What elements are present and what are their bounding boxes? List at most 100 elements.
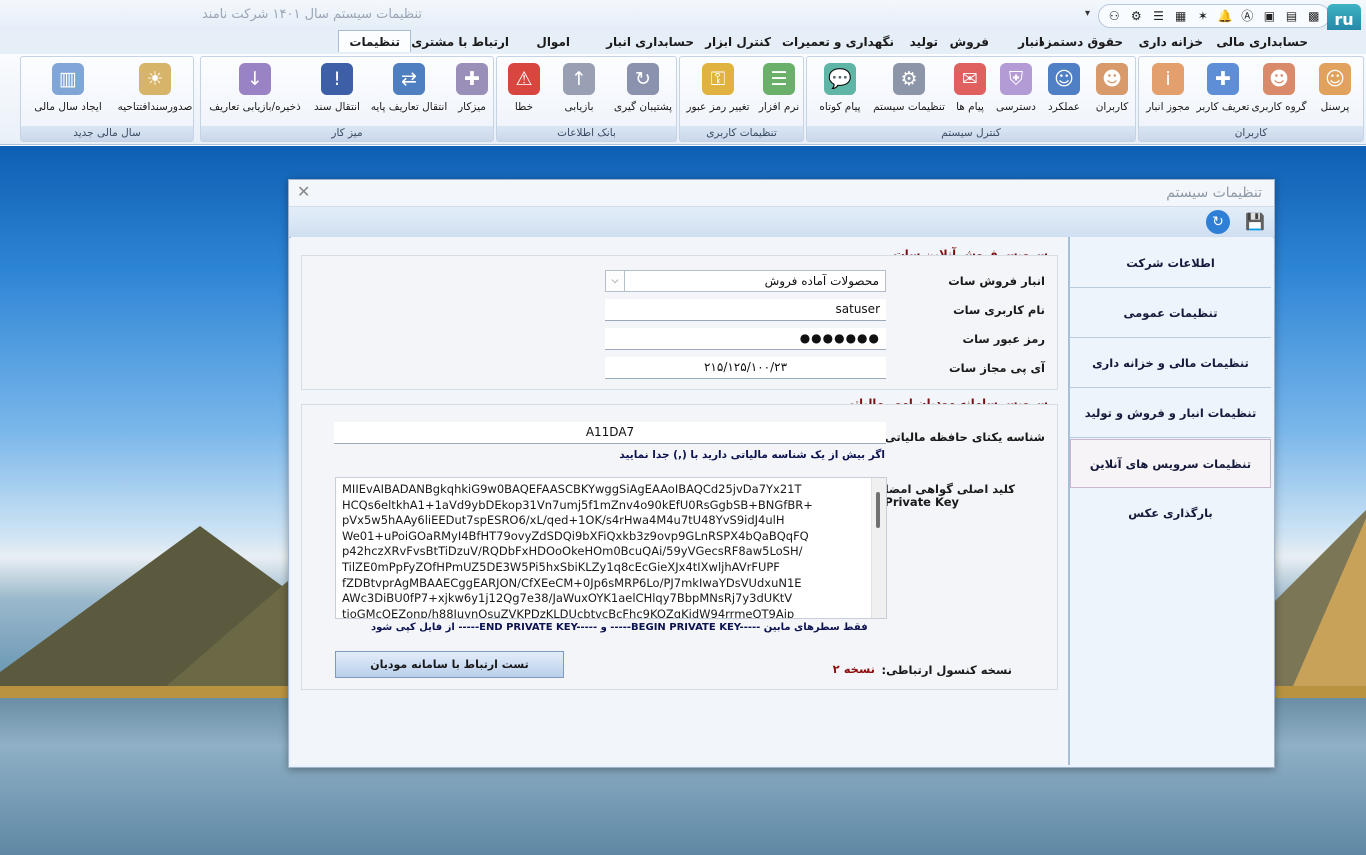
tab-treasury[interactable]: خزانه داری bbox=[1139, 35, 1203, 49]
memory-id-label: شناسه یکتای حافظه مالیاتی bbox=[884, 430, 1045, 444]
system-settings-button[interactable]: ⚙ تنظیمات سیستم bbox=[871, 61, 947, 123]
ribbon-group-label: کاربران bbox=[1139, 126, 1363, 141]
dialog-title-bar: ✕ تنظیمات سیستم bbox=[289, 180, 1274, 207]
sms-button[interactable]: 💬 پیام کوتاه bbox=[809, 61, 871, 123]
ribbon-group-label: کنترل سیستم bbox=[807, 126, 1135, 141]
tab-warehouse[interactable]: انبار bbox=[1018, 35, 1043, 49]
letter-a-icon[interactable]: Ⓐ bbox=[1239, 8, 1255, 24]
ribbon-group-label: بانک اطلاعات bbox=[497, 126, 676, 141]
backup-button[interactable]: ↻ پشتیبان گیری bbox=[609, 61, 677, 123]
menu-tab-bar: حسابداری مالی خزانه داری حقوق دستمزد انب… bbox=[0, 30, 1366, 55]
bell-icon[interactable]: 🔔 bbox=[1217, 8, 1233, 24]
nav-online-services-settings[interactable]: تنظیمات سرویس های آنلاین bbox=[1070, 439, 1271, 488]
site-username-field[interactable]: satuser bbox=[605, 299, 886, 321]
ribbon-group-system-control: ☻ کاربران ☺ عملکرد ⛨ دسترسی ✉ پیام ها ⚙ … bbox=[806, 56, 1136, 142]
window-title-bar: تنظیمات سیستم سال ۱۴۰۱ شرکت نامند ▾ ⚇ ⚙ … bbox=[0, 0, 1366, 36]
private-key-label: کلید اصلی گواهی امضا bbox=[884, 482, 1015, 496]
ribbon-group-label: سال مالی جدید bbox=[21, 126, 193, 141]
nav-financial-treasury-settings[interactable]: تنظیمات مالی و خزانه داری bbox=[1070, 339, 1271, 388]
scrollbar-thumb[interactable] bbox=[876, 492, 880, 528]
close-icon[interactable]: ✕ bbox=[297, 182, 310, 201]
wallpaper-hill bbox=[1280, 486, 1366, 716]
download-icon: ↓ bbox=[239, 63, 271, 95]
person-icon: ☺ bbox=[1319, 63, 1351, 95]
nav-warehouse-sales-settings[interactable]: تنظیمات انبار و فروش و تولید bbox=[1070, 389, 1271, 438]
calendar-icon[interactable]: ▤ bbox=[1284, 8, 1300, 24]
message-user-icon: ✉ bbox=[954, 63, 986, 95]
nav-company-info[interactable]: اطلاعات شرکت bbox=[1070, 239, 1271, 288]
desk-button[interactable]: ✚ میزکار bbox=[449, 61, 495, 123]
memory-id-field[interactable]: A11DA7 bbox=[334, 422, 886, 444]
issue-opening-document-button[interactable]: ☀ صدورسندافتتاحیه bbox=[115, 61, 195, 123]
chat-icon: 💬 bbox=[824, 63, 856, 95]
transfer-document-button[interactable]: ! انتقال سند bbox=[307, 61, 367, 123]
calculator-icon[interactable]: ▦ bbox=[1173, 8, 1189, 24]
tab-settings[interactable]: تنظیمات bbox=[338, 30, 411, 52]
tab-production[interactable]: تولید bbox=[910, 35, 938, 49]
warehouse-label: انبار فروش سات bbox=[948, 274, 1045, 288]
document-icon[interactable]: ☰ bbox=[1150, 8, 1166, 24]
warehouse-select-value: محصولات آماده فروش bbox=[764, 274, 879, 288]
site-ip-field[interactable]: ۲۱۵/۱۲۵/۱۰۰/۲۳ bbox=[605, 357, 886, 379]
create-fiscal-year-button[interactable]: ▥ ایجاد سال مالی bbox=[23, 61, 113, 123]
ribbon-group-new-fiscal-year: ☀ صدورسندافتتاحیه ▥ ایجاد سال مالی سال م… bbox=[20, 56, 194, 142]
site-ip-label: آی پی مجاز سات bbox=[949, 361, 1045, 375]
tab-payroll[interactable]: حقوق دستمزد bbox=[1039, 35, 1123, 49]
quick-access-dropdown-icon[interactable]: ▾ bbox=[1085, 8, 1090, 19]
dialog-title: تنظیمات سیستم bbox=[1166, 185, 1262, 201]
ribbon-group-database: ↻ پشتیبان گیری ↑ بازیابی ⚠ خطا بانک اطلا… bbox=[496, 56, 677, 142]
performance-button[interactable]: ☺ عملکرد bbox=[1039, 61, 1089, 123]
tab-tool-control[interactable]: کنترل ابزار bbox=[705, 35, 771, 49]
tab-maintenance[interactable]: نگهداری و تعمیرات bbox=[782, 35, 894, 49]
swap-arrows-icon: ⇄ bbox=[393, 63, 425, 95]
private-key-hint: از فایل کپی شود -----END PRIVATE KEY----… bbox=[371, 622, 868, 633]
document-sun-icon: ☀ bbox=[139, 63, 171, 95]
messages-button[interactable]: ✉ پیام ها bbox=[947, 61, 993, 123]
tab-sales[interactable]: فروش bbox=[950, 35, 989, 49]
nav-upload-photo[interactable]: بارگذاری عکس bbox=[1070, 489, 1271, 538]
users-icon: ☻ bbox=[1096, 63, 1128, 95]
user-group-icon: ☻ bbox=[1263, 63, 1295, 95]
ribbon-group-users: ☺ پرسنل ☻ گروه کاربری ✚ تعریف کاربر i مج… bbox=[1138, 56, 1364, 142]
control-users-button[interactable]: ☻ کاربران bbox=[1087, 61, 1137, 123]
tab-assets[interactable]: اموال bbox=[536, 35, 570, 49]
tab-customer-relations[interactable]: ارتباط با مشتری bbox=[411, 35, 509, 49]
chevron-down-icon[interactable]: ⌵ bbox=[606, 271, 625, 291]
private-key-textarea[interactable]: MIIEvAIBADANBgkqhkiG9w0BAQEFAASCBKYwggSi… bbox=[335, 477, 887, 619]
user-group-button[interactable]: ☻ گروه کاربری bbox=[1251, 61, 1307, 123]
transfer-base-definitions-button[interactable]: ⇄ انتقال تعاریف پایه bbox=[369, 61, 449, 123]
warehouse-select[interactable]: ⌵ محصولات آماده فروش bbox=[605, 270, 886, 292]
people-gear-icon[interactable]: ⚙ bbox=[1128, 8, 1144, 24]
window-title: تنظیمات سیستم سال ۱۴۰۱ شرکت نامند bbox=[201, 7, 422, 22]
refresh-icon[interactable]: ↻ bbox=[1206, 210, 1230, 234]
restore-button[interactable]: ↑ بازیابی bbox=[551, 61, 607, 123]
ribbon-group-label: میز کار bbox=[201, 126, 493, 141]
bug-icon[interactable]: ✶ bbox=[1195, 8, 1211, 24]
warning-icon: ⚠ bbox=[508, 63, 540, 95]
private-key-scrollbar[interactable] bbox=[871, 478, 886, 618]
access-button[interactable]: ⛨ دسترسی bbox=[991, 61, 1041, 123]
save-icon[interactable]: 💾 bbox=[1243, 210, 1267, 234]
save-restore-definitions-button[interactable]: ↓ ذخیره/بازیابی تعاریف bbox=[203, 61, 307, 123]
people-icon[interactable]: ⚇ bbox=[1106, 8, 1122, 24]
private-key-label-en: Private Key bbox=[884, 495, 959, 509]
change-password-button[interactable]: ⚿ تغییر رمز عبور bbox=[682, 61, 754, 123]
database-add-icon: ✚ bbox=[456, 63, 488, 95]
personnel-button[interactable]: ☺ پرسنل bbox=[1307, 61, 1363, 123]
grid-icon[interactable]: ▩ bbox=[1306, 8, 1322, 24]
ribbon: ☺ پرسنل ☻ گروه کاربری ✚ تعریف کاربر i مج… bbox=[0, 54, 1366, 145]
site-password-field[interactable]: ●●●●●●● bbox=[605, 328, 886, 350]
ribbon-group-user-settings: ☰ نرم افزار ⚿ تغییر رمز عبور تنظیمات کار… bbox=[679, 56, 804, 142]
window-icon[interactable]: ▣ bbox=[1261, 8, 1277, 24]
settings-nav: اطلاعات شرکت تنظیمات عمومی تنظیمات مالی … bbox=[1069, 237, 1273, 765]
error-button[interactable]: ⚠ خطا bbox=[499, 61, 549, 123]
tab-financial-accounting[interactable]: حسابداری مالی bbox=[1216, 35, 1308, 49]
software-button[interactable]: ☰ نرم افزار bbox=[754, 61, 804, 123]
ribbon-group-label: تنظیمات کاربری bbox=[680, 126, 803, 141]
site-section: انبار فروش سات ⌵ محصولات آماده فروش نام … bbox=[301, 255, 1058, 390]
warehouse-permission-button[interactable]: i مجوز انبار bbox=[1141, 61, 1195, 123]
tab-warehouse-accounting[interactable]: حسابداری انبار bbox=[606, 35, 694, 49]
nav-general-settings[interactable]: تنظیمات عمومی bbox=[1070, 289, 1271, 338]
test-connection-button[interactable]: تست ارتباط با سامانه مودیان bbox=[335, 651, 564, 678]
define-user-button[interactable]: ✚ تعریف کاربر bbox=[1195, 61, 1251, 123]
